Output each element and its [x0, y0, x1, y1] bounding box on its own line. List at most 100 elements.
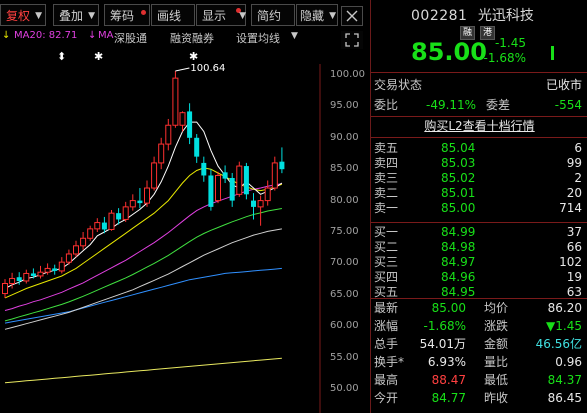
- weibi-label: 委比: [374, 98, 399, 112]
- shen-gu-tong-toggle[interactable]: 深股通: [114, 30, 147, 46]
- ma-cursor-icon: ↓: [2, 30, 11, 41]
- chevron-down-icon: ▼: [88, 11, 95, 21]
- simple-button[interactable]: 简约: [251, 4, 295, 26]
- candle-body: [101, 222, 107, 230]
- y-tick-label: 75.00: [330, 226, 359, 237]
- ask-level-row[interactable]: 卖一 85.00 714: [371, 200, 587, 217]
- y-tick-label: 90.00: [330, 131, 359, 143]
- vol-value: 54.01万: [419, 337, 466, 351]
- avg-value: 86.20: [547, 301, 582, 315]
- close-button[interactable]: [341, 6, 363, 26]
- chg-value: ▼1.45: [546, 319, 582, 333]
- rzrq-toggle[interactable]: 融资融券: [170, 30, 214, 46]
- candle-body: [165, 124, 172, 145]
- chevron-down-icon: ▼: [329, 11, 336, 21]
- weibi-value: -49.11%: [426, 98, 477, 112]
- candle-body: [73, 245, 79, 255]
- candle-body: [151, 162, 158, 189]
- chg-label: 涨跌: [484, 319, 509, 333]
- weibi-row: 委比 -49.11% 委差 -554: [371, 97, 587, 114]
- ma-blue-line: [4, 267, 282, 324]
- level-volume: 714: [559, 201, 582, 215]
- stock-name: 光迅科技: [477, 8, 534, 24]
- y-tick-label: 50.00: [330, 383, 359, 394]
- candle-body: [44, 267, 51, 273]
- ma20-value: MA20: 82.71: [14, 30, 78, 41]
- turnover-label: 换手*: [374, 355, 405, 369]
- prev-close-label: 昨收: [484, 391, 509, 405]
- candle-body: [58, 261, 65, 272]
- low-value: 84.37: [547, 373, 582, 387]
- hide-label: 隐藏: [300, 9, 325, 23]
- candle-body: [187, 111, 193, 138]
- ma-white-line: [4, 228, 282, 330]
- low-label: 最低: [484, 373, 509, 387]
- amt-value: 46.56亿: [535, 337, 582, 351]
- event-marker-star[interactable]: ✱: [94, 50, 103, 63]
- candle-body: [243, 166, 249, 195]
- candle-body: [129, 200, 136, 208]
- ma-settings-link[interactable]: 设置均线: [236, 30, 280, 46]
- high-label: 最高: [374, 373, 399, 387]
- candle-body: [236, 165, 243, 195]
- quote-panel: 002281 光迅科技 融 港 85.00 -1.45 -1.68% 交易状态 …: [370, 0, 587, 413]
- stock-title: 002281 光迅科技: [411, 5, 534, 25]
- display-dropdown[interactable]: 显示 ▼: [196, 4, 246, 26]
- vol-ratio-label: 量比: [484, 355, 509, 369]
- y-tick-label: 55.00: [330, 351, 359, 363]
- chip-button[interactable]: 筹码: [104, 4, 150, 26]
- l2-purchase-link[interactable]: 购买L2查看十档行情: [371, 117, 587, 134]
- stats-row-1: 最新 85.00 均价 86.20: [371, 300, 587, 317]
- stats-row-4: 换手* 6.93% 量比 0.96: [371, 354, 587, 371]
- stock-code: 002281: [411, 8, 468, 24]
- high-value: 88.47: [431, 373, 466, 387]
- open-value: 84.77: [431, 391, 466, 405]
- candle-body: [16, 277, 22, 281]
- chevron-down-icon: ▼: [239, 11, 246, 21]
- y-tick-label: 80.00: [330, 194, 359, 206]
- candle-body: [194, 137, 200, 157]
- weicha-value: -554: [554, 98, 582, 112]
- amt-label: 金额: [484, 337, 509, 351]
- divider: [371, 222, 587, 223]
- pct-label: 涨幅: [374, 319, 399, 333]
- event-marker-star[interactable]: ✱: [189, 50, 198, 63]
- stats-row-3: 总手 54.01万 金额 46.56亿: [371, 336, 587, 353]
- overlay-dropdown[interactable]: 叠加 ▼: [53, 4, 99, 26]
- candle-body: [37, 271, 44, 277]
- display-label: 显示: [202, 9, 227, 23]
- prev-close-value: 86.45: [547, 391, 582, 405]
- candle-body: [9, 277, 16, 284]
- status-row: 交易状态 已收市: [371, 77, 587, 94]
- kline-chart[interactable]: 100.64: [0, 64, 368, 413]
- fuquan-dropdown[interactable]: 复权 ▼: [0, 4, 46, 26]
- overlay-label: 叠加: [59, 9, 84, 23]
- event-marker-arrow[interactable]: ⬍: [57, 50, 66, 63]
- y-tick-label: 60.00: [330, 320, 359, 332]
- level-price: 85.00: [441, 201, 476, 215]
- candle-body: [30, 273, 36, 276]
- latest-label: 最新: [374, 301, 399, 315]
- y-tick-label: 65.00: [330, 288, 359, 300]
- high-pointer: [175, 67, 190, 72]
- candle-body: [257, 200, 264, 208]
- candle-body: [108, 212, 115, 230]
- hide-dropdown[interactable]: 隐藏 ▼: [296, 4, 338, 26]
- ma-prefix: MA: [98, 30, 114, 41]
- price-change-pct: -1.68%: [483, 51, 526, 65]
- divider: [371, 298, 587, 299]
- candle-body: [201, 162, 207, 176]
- candle-body: [251, 200, 256, 207]
- mini-bar-icon: [551, 46, 554, 60]
- candle-body: [179, 112, 186, 126]
- draw-line-button[interactable]: 画线: [151, 4, 195, 26]
- y-tick-label: 70.00: [330, 257, 359, 269]
- chevron-down-icon: ▼: [35, 11, 42, 21]
- ma-yellow-line: [4, 357, 282, 384]
- candle-body: [87, 228, 94, 239]
- stats-row-6: 今开 84.77 昨收 86.45: [371, 390, 587, 407]
- stats-row-2: 涨幅 -1.68% 涨跌 ▼1.45: [371, 318, 587, 335]
- stock-app: 复权 ▼ 叠加 ▼ 筹码 画线 显示 ▼ 简约 隐藏 ▼ ↓ MA20: 82.71 ↓…: [0, 0, 587, 413]
- level-label: 卖一: [374, 201, 399, 215]
- candle-body: [208, 175, 214, 207]
